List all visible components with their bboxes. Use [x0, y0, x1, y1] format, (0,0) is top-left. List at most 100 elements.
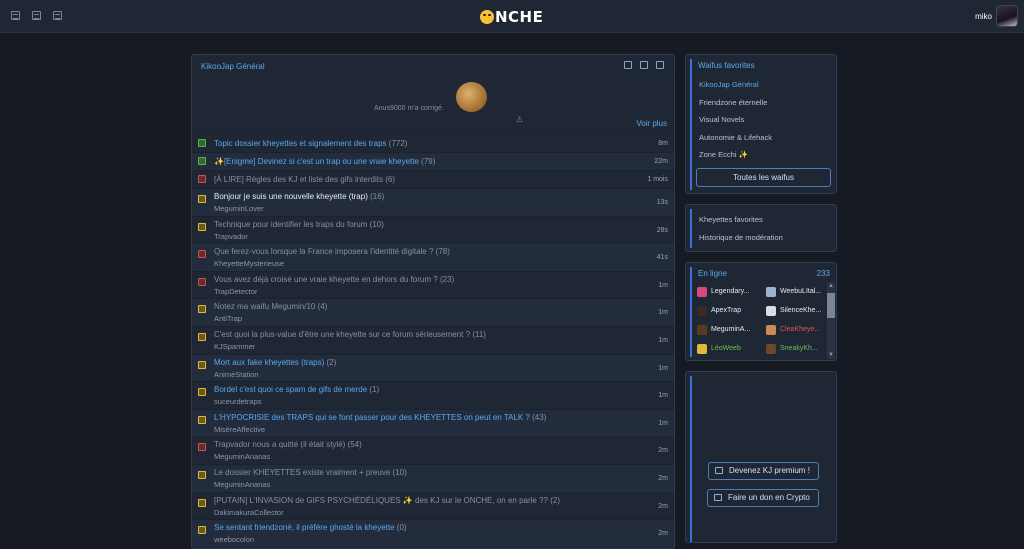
premium-label: Devenez KJ premium ! [729, 466, 810, 475]
premium-button[interactable]: Devenez KJ premium ! [708, 462, 819, 480]
scroll-down-icon[interactable]: ▼ [828, 352, 834, 358]
topic-title-text[interactable]: Bordel c'est quoi ce spam de gifs de mer… [214, 385, 367, 394]
topic-row[interactable]: L'HYPOCRISIE des TRAPS qui se font passe… [192, 408, 674, 437]
online-user-name[interactable]: LéoWeeb [711, 345, 741, 352]
topic-author[interactable]: KJSpammer [214, 342, 255, 351]
topic-title[interactable]: Notez ma waifu Megumin/10 (4) [214, 302, 327, 311]
topic-title-text[interactable]: Vous avez déjà croisé une vraie kheyette… [214, 275, 438, 284]
topic-title[interactable]: Vous avez déjà croisé une vraie kheyette… [214, 275, 454, 284]
grid-icon[interactable] [656, 61, 664, 69]
topic-title-text[interactable]: Trapvador nous a quitté (il était stylé) [214, 440, 345, 449]
topic-row[interactable]: ✨[Enigme] Devinez si c'est un trap ou un… [192, 152, 674, 170]
banner-mark-icon: ⚠ [516, 115, 524, 124]
topic-title[interactable]: Trapvador nous a quitté (il était stylé)… [214, 440, 362, 449]
topic-title-text[interactable]: Se sentant friendzoné, il préfère ghosté… [214, 523, 395, 532]
grid-icon[interactable] [53, 11, 62, 20]
topic-title-text[interactable]: Mort aux fake kheyettes (traps) [214, 358, 324, 367]
username[interactable]: miko [975, 12, 992, 21]
banner-image [456, 82, 487, 112]
moderation-history-link[interactable]: Historique de modération [699, 233, 783, 242]
grid-icon[interactable] [640, 61, 648, 69]
topic-title[interactable]: L'HYPOCRISIE des TRAPS qui se font passe… [214, 413, 546, 422]
topic-title[interactable]: Que ferez-vous lorsque la France imposer… [214, 247, 450, 256]
topic-title[interactable]: Mort aux fake kheyettes (traps) (2) [214, 358, 336, 367]
topic-title[interactable]: ✨[Enigme] Devinez si c'est un trap ou un… [214, 157, 435, 166]
topic-row[interactable]: [À LIRE] Règles des KJ et liste des gifs… [192, 170, 674, 188]
accent-bar [690, 267, 692, 357]
topic-title[interactable]: [À LIRE] Règles des KJ et liste des gifs… [214, 175, 395, 184]
waifu-item[interactable]: Zone Ecchi ✨ [699, 150, 748, 159]
waifu-item[interactable]: KikooJap Général [699, 80, 759, 89]
scroll-thumb[interactable] [827, 293, 835, 318]
topic-title-text[interactable]: [À LIRE] Règles des KJ et liste des gifs… [214, 175, 383, 184]
topic-title[interactable]: Bordel c'est quoi ce spam de gifs de mer… [214, 385, 379, 394]
topic-title-text[interactable]: ✨[Enigme] Devinez si c'est un trap ou un… [214, 157, 419, 166]
topic-reply-count: (16) [370, 192, 385, 201]
online-scrollbar[interactable]: ▲ ▼ [827, 282, 835, 359]
topic-title-text[interactable]: L'HYPOCRISIE des TRAPS qui se font passe… [214, 413, 530, 422]
topic-row[interactable]: Trapvador nous a quitté (il était stylé)… [192, 436, 674, 464]
topic-row[interactable]: Vous avez déjà croisé une vraie kheyette… [192, 270, 674, 299]
topic-row[interactable]: Bordel c'est quoi ce spam de gifs de mer… [192, 381, 674, 409]
all-waifus-button[interactable]: Toutes les waifus [696, 168, 831, 187]
topic-title[interactable]: C'est quoi la plus-value d'être une khey… [214, 330, 486, 339]
waifus-title: Waifus favorites [698, 61, 755, 70]
topic-author[interactable]: MeguminAnanas [214, 480, 270, 489]
scroll-up-icon[interactable]: ▲ [828, 283, 834, 289]
topic-title-text[interactable]: [PUTAIN] L'INVASION de GIFS PSYCHÉDÉLIQU… [214, 496, 548, 505]
topic-author[interactable]: MeguminAnanas [214, 452, 270, 461]
topic-author[interactable]: MeguminLover [214, 204, 264, 213]
premium-panel: Devenez KJ premium ! Faire un don en Cry… [685, 371, 837, 543]
online-user-name[interactable]: MeguminA... [711, 326, 750, 333]
online-user-name[interactable]: CleaKheye... [780, 326, 820, 333]
online-user-name[interactable]: SneakyKh... [780, 345, 818, 352]
online-user-name[interactable]: SilenceKhe... [780, 307, 821, 314]
topic-title[interactable]: Topic dossier kheyettes et signalement d… [214, 139, 407, 148]
topic-row[interactable]: [PUTAIN] L'INVASION de GIFS PSYCHÉDÉLIQU… [192, 491, 674, 520]
forum-title[interactable]: KikooJap Général [201, 62, 265, 71]
favorite-kheyettes-link[interactable]: Kheyettes favorites [699, 215, 763, 224]
topic-row[interactable]: Le dossier KHEYETTES existe vraiment + p… [192, 463, 674, 492]
topic-row[interactable]: Bonjour je suis une nouvelle kheyette (t… [192, 188, 674, 216]
topic-row[interactable]: Topic dossier kheyettes et signalement d… [192, 134, 674, 152]
topic-row[interactable]: Technique pour identifier les traps du f… [192, 215, 674, 244]
grid-icon[interactable] [11, 11, 20, 20]
waifu-item[interactable]: Visual Novels [699, 115, 744, 124]
waifu-item[interactable]: Autonomie & Lifehack [699, 133, 772, 142]
topic-author[interactable]: suceurdetraps [214, 397, 262, 406]
topic-author[interactable]: DakimakuraCollector [214, 508, 284, 517]
user-avatar[interactable] [996, 5, 1018, 27]
online-user-name[interactable]: ApexTrap [711, 307, 741, 314]
topic-author[interactable]: AniméStation [214, 370, 259, 379]
topic-status-icon [198, 332, 206, 341]
topic-title-text[interactable]: Notez ma waifu Megumin/10 [214, 302, 315, 311]
topic-author[interactable]: KheyetteMysterieuse [214, 259, 284, 268]
topic-row[interactable]: Notez ma waifu Megumin/10 (4) AntiTrap 1m [192, 298, 674, 326]
topic-title[interactable]: Se sentant friendzoné, il préfère ghosté… [214, 523, 407, 532]
online-user-name[interactable]: WeebuLItal... [780, 288, 821, 295]
site-logo[interactable]: NCHE [480, 8, 543, 26]
topic-title-text[interactable]: C'est quoi la plus-value d'être une khey… [214, 330, 470, 339]
topic-title[interactable]: [PUTAIN] L'INVASION de GIFS PSYCHÉDÉLIQU… [214, 496, 560, 505]
topic-row[interactable]: C'est quoi la plus-value d'être une khey… [192, 325, 674, 354]
topic-title-text[interactable]: Le dossier KHEYETTES existe vraiment + p… [214, 468, 390, 477]
grid-icon[interactable] [624, 61, 632, 69]
see-more-link[interactable]: Voir plus [636, 119, 667, 128]
online-user-name[interactable]: Legendary... [711, 288, 749, 295]
topic-title-text[interactable]: Que ferez-vous lorsque la France imposer… [214, 247, 433, 256]
topic-row[interactable]: Mort aux fake kheyettes (traps) (2) Animé… [192, 353, 674, 382]
grid-icon[interactable] [32, 11, 41, 20]
topic-author[interactable]: AntiTrap [214, 314, 242, 323]
topic-title[interactable]: Technique pour identifier les traps du f… [214, 220, 384, 229]
topic-title-text[interactable]: Bonjour je suis une nouvelle kheyette (t… [214, 192, 368, 201]
waifu-item[interactable]: Friendzone éternelle [699, 98, 767, 107]
topic-author[interactable]: Trapvador [214, 232, 248, 241]
topic-author[interactable]: MisèreAffective [214, 425, 265, 434]
topic-author[interactable]: TrapDetector [214, 287, 258, 296]
topic-row[interactable]: Que ferez-vous lorsque la France imposer… [192, 243, 674, 271]
topic-title-text[interactable]: Technique pour identifier les traps du f… [214, 220, 367, 229]
topic-title[interactable]: Bonjour je suis une nouvelle kheyette (t… [214, 192, 384, 201]
topic-title[interactable]: Le dossier KHEYETTES existe vraiment + p… [214, 468, 407, 477]
donate-button[interactable]: Faire un don en Crypto [707, 489, 819, 507]
topic-title-text[interactable]: Topic dossier kheyettes et signalement d… [214, 139, 387, 148]
